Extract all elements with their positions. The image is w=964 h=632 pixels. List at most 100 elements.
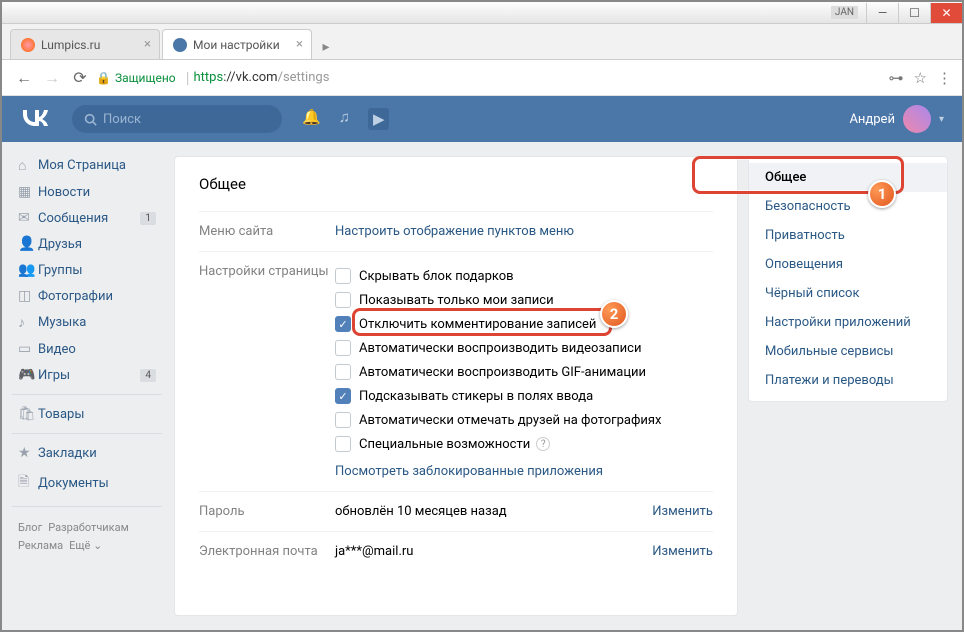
music-nav-icon: ♪ — [18, 314, 38, 331]
search-input[interactable]: Поиск — [72, 105, 282, 133]
settings-nav-general[interactable]: Общее — [749, 163, 947, 192]
chk-disable-comments[interactable]: ✓Отключить комментирование записей — [335, 312, 713, 336]
footer-ads[interactable]: Реклама — [18, 539, 63, 552]
window-titlebar: JAN — ☐ ✕ — [2, 2, 962, 24]
lock-icon: 🔒 — [96, 71, 111, 85]
change-password-link[interactable]: Изменить — [652, 504, 713, 519]
badge: 1 — [140, 212, 156, 225]
right-sidebar: Общее Безопасность Приватность Оповещени… — [748, 156, 948, 616]
nav-games[interactable]: 🎮Игры4 — [12, 362, 162, 388]
blocked-apps-link[interactable]: Посмотреть заблокированные приложения — [335, 464, 603, 479]
separator — [12, 506, 162, 507]
user-menu[interactable]: Андрей ▾ — [849, 105, 944, 133]
documents-icon: 🗎 — [18, 471, 38, 495]
footer-blog[interactable]: Блог — [18, 521, 42, 534]
search-placeholder: Поиск — [103, 112, 141, 127]
row-password: Пароль обновлён 10 месяцев назадИзменить — [199, 491, 713, 531]
row-page-settings: Настройки страницы Скрывать блок подарко… — [199, 251, 713, 491]
chk-autoplay-gif[interactable]: Автоматически воспроизводить GIF-анимаци… — [335, 360, 713, 384]
callout-number-2: 2 — [600, 300, 628, 328]
chk-auto-tag-friends[interactable]: Автоматически отмечать друзей на фотогра… — [335, 408, 713, 432]
home-icon: ⌂ — [18, 157, 38, 174]
vk-logo[interactable] — [20, 107, 48, 132]
checkbox-icon — [335, 340, 351, 356]
left-sidebar: ⌂Моя Страница ▦Новости ✉Сообщения1 👤Друз… — [2, 142, 166, 630]
favicon-icon — [21, 38, 35, 52]
settings-nav-notifications[interactable]: Оповещения — [749, 250, 947, 279]
chk-only-my-posts[interactable]: Показывать только мои записи — [335, 288, 713, 312]
window-minimize-button[interactable]: — — [866, 3, 898, 23]
settings-nav-blacklist[interactable]: Чёрный список — [749, 279, 947, 308]
music-icon[interactable]: ♫ — [339, 108, 350, 130]
settings-nav-payments[interactable]: Платежи и переводы — [749, 366, 947, 395]
forward-button[interactable]: → — [40, 66, 64, 90]
notifications-icon[interactable]: 🔔 — [302, 108, 321, 130]
key-icon[interactable]: ⊶ — [889, 69, 904, 87]
jan-badge: JAN — [831, 6, 858, 19]
checkbox-icon: ✓ — [335, 316, 351, 332]
help-icon[interactable]: ? — [536, 437, 550, 451]
nav-messages[interactable]: ✉Сообщения1 — [12, 205, 162, 231]
bookmark-icon: ★ — [18, 445, 38, 461]
new-tab-button[interactable]: ▸ — [314, 35, 338, 59]
chk-sticker-hints[interactable]: ✓Подсказывать стикеры в полях ввода — [335, 384, 713, 408]
nav-my-page[interactable]: ⌂Моя Страница — [12, 152, 162, 179]
nav-bookmarks[interactable]: ★Закладки — [12, 440, 162, 466]
configure-menu-link[interactable]: Настроить отображение пунктов меню — [335, 224, 574, 239]
email-value: ja***@mail.ru — [335, 544, 413, 559]
browser-tab-strip: Lumpics.ru × Мои настройки × ▸ — [2, 24, 962, 60]
checkbox-icon — [335, 364, 351, 380]
chevron-down-icon: ▾ — [939, 114, 944, 125]
star-icon[interactable]: ☆ — [914, 69, 927, 87]
row-email: Электронная почта ja***@mail.ruИзменить — [199, 531, 713, 571]
nav-documents[interactable]: 🗎Документы — [12, 466, 162, 500]
address-bar: ← → ⟳ 🔒 Защищено | https://vk.com/settin… — [2, 60, 962, 96]
page-title: Общее — [199, 175, 713, 193]
tab-title: Lumpics.ru — [41, 38, 100, 52]
messages-icon: ✉ — [18, 210, 38, 226]
footer-links: Блог Разработчикам Реклама Ещё ⌄ — [12, 513, 162, 560]
secure-label: Защищено — [115, 71, 176, 85]
chk-hide-gifts[interactable]: Скрывать блок подарков — [335, 264, 713, 288]
window-close-button[interactable]: ✕ — [930, 3, 962, 23]
footer-more[interactable]: Ещё ⌄ — [69, 539, 102, 552]
window-maximize-button[interactable]: ☐ — [898, 3, 930, 23]
browser-tab-lumpics[interactable]: Lumpics.ru × — [10, 29, 160, 59]
nav-friends[interactable]: 👤Друзья — [12, 231, 162, 257]
checkbox-icon — [335, 436, 351, 452]
checkbox-icon — [335, 292, 351, 308]
nav-photos[interactable]: ◫Фотографии — [12, 283, 162, 309]
checkbox-icon: ✓ — [335, 388, 351, 404]
nav-video[interactable]: ▭Видео — [12, 336, 162, 362]
browser-tab-vk-settings[interactable]: Мои настройки × — [162, 29, 312, 59]
nav-market[interactable]: 🛍Товары — [12, 401, 162, 427]
footer-dev[interactable]: Разработчикам — [48, 521, 129, 534]
change-email-link[interactable]: Изменить — [652, 544, 713, 559]
url-text[interactable]: https://vk.com/settings — [194, 70, 330, 85]
settings-nav-apps[interactable]: Настройки приложений — [749, 308, 947, 337]
chk-autoplay-video[interactable]: Автоматически воспроизводить видеозаписи — [335, 336, 713, 360]
vk-logo-icon — [20, 110, 48, 126]
settings-nav: Общее Безопасность Приватность Оповещени… — [748, 156, 948, 402]
play-icon[interactable]: ▶ — [368, 108, 390, 130]
row-label: Пароль — [199, 504, 335, 519]
settings-nav-mobile[interactable]: Мобильные сервисы — [749, 337, 947, 366]
nav-music[interactable]: ♪Музыка — [12, 309, 162, 336]
close-icon[interactable]: × — [296, 37, 303, 52]
friends-icon: 👤 — [18, 236, 38, 252]
reload-button[interactable]: ⟳ — [68, 66, 92, 90]
nav-groups[interactable]: 👥Группы — [12, 257, 162, 283]
settings-nav-privacy[interactable]: Приватность — [749, 221, 947, 250]
close-icon[interactable]: × — [144, 37, 151, 52]
secure-indicator[interactable]: 🔒 Защищено — [96, 71, 176, 85]
row-label: Настройки страницы — [199, 264, 335, 479]
menu-icon[interactable]: ⋮ — [937, 69, 952, 87]
games-icon: 🎮 — [18, 367, 38, 383]
back-button[interactable]: ← — [12, 66, 36, 90]
nav-news[interactable]: ▦Новости — [12, 179, 162, 205]
favicon-icon — [173, 38, 187, 52]
chk-accessibility[interactable]: Специальные возможности? — [335, 432, 713, 456]
separator — [12, 433, 162, 434]
settings-nav-security[interactable]: Безопасность — [749, 192, 947, 221]
callout-number-1: 1 — [868, 180, 896, 208]
